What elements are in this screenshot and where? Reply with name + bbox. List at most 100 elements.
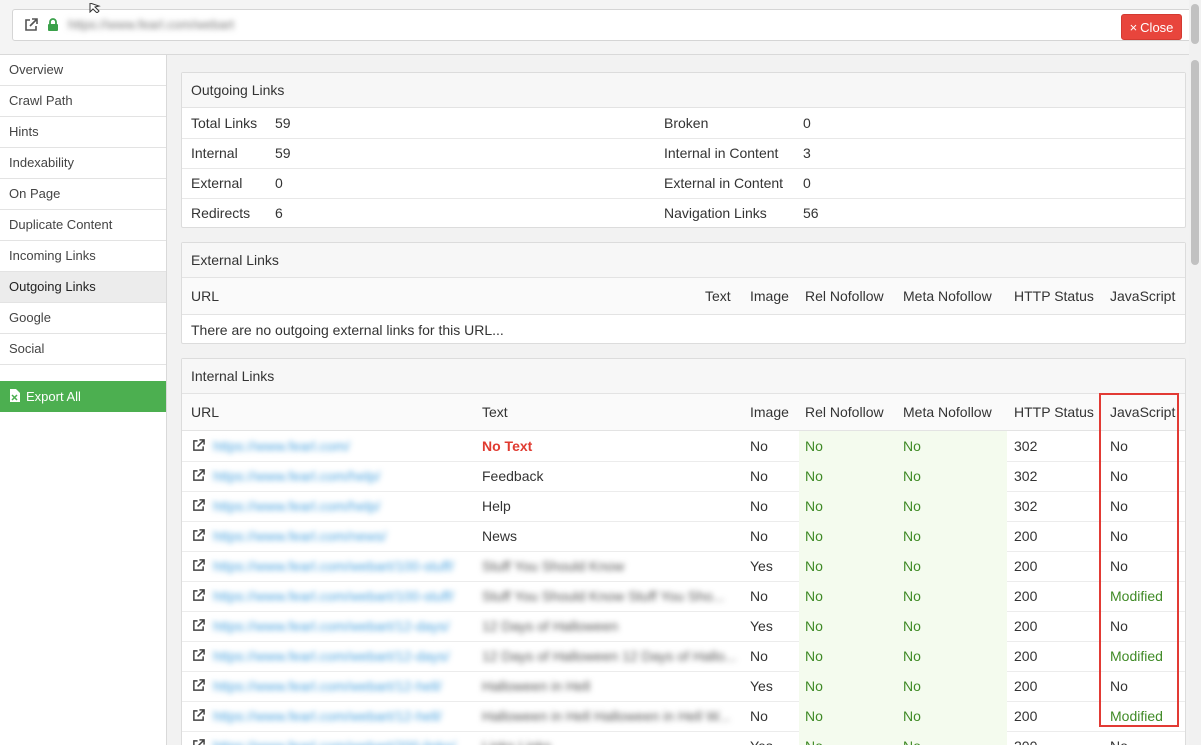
col-text[interactable]: Text xyxy=(705,278,731,314)
empty-message: There are no outgoing external links for… xyxy=(191,322,504,338)
stat-value: 6 xyxy=(275,205,283,221)
link-text: Halloween in Hell xyxy=(482,678,591,694)
image-value: Yes xyxy=(750,558,773,574)
stat-label: Internal in Content xyxy=(664,145,779,161)
link-url[interactable]: https://www.fearl.com/webart/12-hell/ xyxy=(213,671,442,701)
link-url[interactable]: https://www.fearl.com/help/ xyxy=(213,491,380,521)
link-url[interactable]: https://www.fearl.com/webart/200-links/ xyxy=(213,731,456,745)
scrollbar-thumb[interactable] xyxy=(1191,60,1199,265)
javascript-value: No xyxy=(1110,731,1128,745)
javascript-value: No xyxy=(1110,678,1128,694)
javascript-value: Modified xyxy=(1110,588,1163,604)
http-status-value: 302 xyxy=(1014,498,1038,514)
link-url[interactable]: https://www.fearl.com/news/ xyxy=(213,521,387,551)
external-link-icon[interactable] xyxy=(192,589,205,604)
external-link-icon[interactable] xyxy=(192,439,205,454)
col-meta-nofollow[interactable]: Meta Nofollow xyxy=(903,278,992,314)
sidebar-item-social[interactable]: Social xyxy=(0,334,166,365)
http-status-value: 302 xyxy=(1014,438,1038,454)
rel-nofollow-value: No xyxy=(805,648,823,664)
external-link-icon[interactable] xyxy=(192,469,205,484)
close-icon: × xyxy=(1129,19,1138,35)
table-row: https://www.fearl.com/webart/12-days/12 … xyxy=(182,641,1185,672)
rel-nofollow-value: No xyxy=(805,558,823,574)
scrollbar[interactable] xyxy=(1189,0,1201,745)
stat-label: Navigation Links xyxy=(664,205,767,221)
external-link-icon[interactable] xyxy=(192,529,205,544)
meta-nofollow-value: No xyxy=(903,468,921,484)
link-text: Halloween in Hell Halloween in Hell W... xyxy=(482,708,731,724)
col-http-status[interactable]: HTTP Status xyxy=(1014,394,1094,430)
stat-row: External 0 External in Content 0 xyxy=(182,168,1185,198)
http-status-value: 302 xyxy=(1014,468,1038,484)
sidebar-item-duplicate-content[interactable]: Duplicate Content xyxy=(0,210,166,241)
external-link-icon[interactable] xyxy=(192,649,205,664)
sidebar-item-hints[interactable]: Hints xyxy=(0,117,166,148)
internal-table-header: URL Text Image Rel Nofollow Meta Nofollo… xyxy=(182,394,1185,431)
col-text[interactable]: Text xyxy=(482,394,508,430)
image-value: No xyxy=(750,708,768,724)
scrollbar-thumb-top[interactable] xyxy=(1191,4,1199,44)
link-url[interactable]: https://www.fearl.com/webart/12-days/ xyxy=(213,611,450,641)
external-link-icon[interactable] xyxy=(192,709,205,724)
link-url[interactable]: https://www.fearl.com/webart/12-hell/ xyxy=(213,701,442,731)
stat-label: Internal xyxy=(191,145,238,161)
lock-icon xyxy=(47,18,59,34)
meta-nofollow-value: No xyxy=(903,648,921,664)
link-url[interactable]: https://www.fearl.com/ xyxy=(213,431,350,461)
col-rel-nofollow[interactable]: Rel Nofollow xyxy=(805,278,884,314)
table-row: https://www.fearl.com/help/Help No No No 302… xyxy=(182,491,1185,522)
rel-nofollow-value: No xyxy=(805,731,823,745)
export-all-label: Export All xyxy=(26,389,81,404)
sidebar-item-incoming-links[interactable]: Incoming Links xyxy=(0,241,166,272)
external-link-icon[interactable] xyxy=(24,18,38,35)
javascript-value: No xyxy=(1110,558,1128,574)
export-all-button[interactable]: Export All xyxy=(0,381,166,412)
external-link-icon[interactable] xyxy=(192,619,205,634)
sidebar-item-outgoing-links[interactable]: Outgoing Links xyxy=(0,272,166,303)
sidebar-item-overview[interactable]: Overview xyxy=(0,55,166,86)
stat-row: Internal 59 Internal in Content 3 xyxy=(182,138,1185,168)
link-url[interactable]: https://www.fearl.com/webart/100-stuff/ xyxy=(213,581,454,611)
col-url[interactable]: URL xyxy=(191,394,219,430)
javascript-value: Modified xyxy=(1110,648,1163,664)
col-javascript[interactable]: JavaScript xyxy=(1110,278,1175,314)
sidebar-item-crawl-path[interactable]: Crawl Path xyxy=(0,86,166,117)
col-image[interactable]: Image xyxy=(750,394,789,430)
link-url[interactable]: https://www.fearl.com/webart/100-stuff/ xyxy=(213,551,454,581)
link-text: Stuff You Should Know xyxy=(482,558,625,574)
stat-label: External in Content xyxy=(664,175,784,191)
col-meta-nofollow[interactable]: Meta Nofollow xyxy=(903,394,992,430)
sidebar-item-google[interactable]: Google xyxy=(0,303,166,334)
rel-nofollow-value: No xyxy=(805,588,823,604)
meta-nofollow-value: No xyxy=(903,618,921,634)
col-url[interactable]: URL xyxy=(191,278,219,314)
col-javascript[interactable]: JavaScript xyxy=(1110,394,1175,430)
external-link-icon[interactable] xyxy=(192,499,205,514)
mouse-cursor-icon xyxy=(89,0,103,16)
stat-value: 59 xyxy=(275,115,291,131)
http-status-value: 200 xyxy=(1014,708,1038,724)
internal-links-title: Internal Links xyxy=(182,359,1185,394)
external-link-icon[interactable] xyxy=(192,739,205,745)
stat-label: Total Links xyxy=(191,115,258,131)
col-rel-nofollow[interactable]: Rel Nofollow xyxy=(805,394,884,430)
col-image[interactable]: Image xyxy=(750,278,789,314)
javascript-value: No xyxy=(1110,498,1128,514)
link-text: Feedback xyxy=(482,468,544,484)
javascript-value: Modified xyxy=(1110,708,1163,724)
sidebar-item-on-page[interactable]: On Page xyxy=(0,179,166,210)
meta-nofollow-value: No xyxy=(903,498,921,514)
external-link-icon[interactable] xyxy=(192,559,205,574)
col-http-status[interactable]: HTTP Status xyxy=(1014,278,1094,314)
rel-nofollow-value: No xyxy=(805,438,823,454)
top-bar: https://www.fearl.com/webart × Close xyxy=(0,0,1201,55)
url-text[interactable]: https://www.fearl.com/webart xyxy=(68,17,234,32)
link-url[interactable]: https://www.fearl.com/help/ xyxy=(213,461,380,491)
link-text: 12 Days of Halloween 12 Days of Hallo... xyxy=(482,648,737,664)
close-button[interactable]: × Close xyxy=(1121,14,1182,40)
external-link-icon[interactable] xyxy=(192,679,205,694)
table-row: https://www.fearl.com/webart/12-hell/Hal… xyxy=(182,701,1185,732)
link-url[interactable]: https://www.fearl.com/webart/12-days/ xyxy=(213,641,450,671)
sidebar-item-indexability[interactable]: Indexability xyxy=(0,148,166,179)
